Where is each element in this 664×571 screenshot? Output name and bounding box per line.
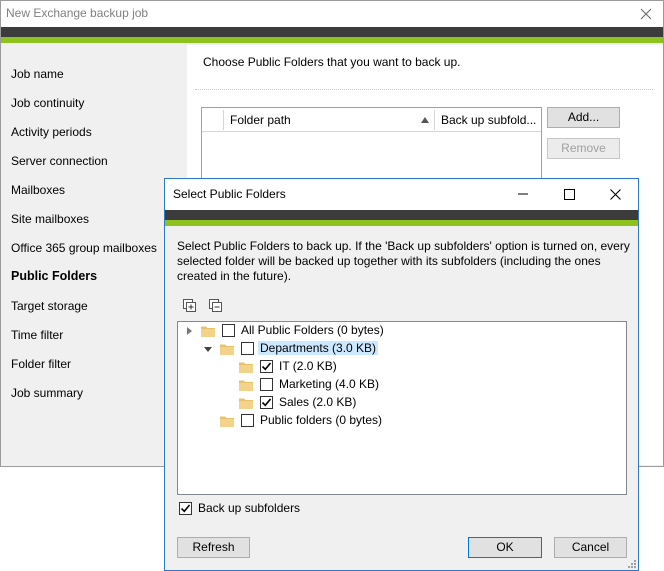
dialog-titlebar: Select Public Folders xyxy=(165,179,638,210)
maximize-icon xyxy=(563,188,575,200)
cancel-button[interactable]: Cancel xyxy=(554,537,627,558)
brand-band-green xyxy=(1,37,663,43)
main-close-button[interactable] xyxy=(633,3,659,25)
tree-item-label: Public folders (0 bytes) xyxy=(260,413,383,427)
tree-item-marketing[interactable]: Marketing (4.0 KB) xyxy=(178,376,624,394)
checkmark-icon xyxy=(261,398,272,407)
folder-tree[interactable]: All Public Folders (0 bytes) Departments… xyxy=(177,321,627,495)
tree-checkbox[interactable] xyxy=(241,414,254,427)
nav-item-job-name[interactable]: Job name xyxy=(11,67,64,81)
back-up-subfolders-label: Back up subfolders xyxy=(198,501,301,515)
tree-item-all-public-folders[interactable]: All Public Folders (0 bytes) xyxy=(178,322,624,340)
wizard-nav: Job name Job continuity Activity periods… xyxy=(1,45,186,465)
tree-checkbox[interactable] xyxy=(241,342,254,355)
checkmark-icon xyxy=(261,362,272,371)
resize-grip-icon[interactable] xyxy=(627,559,637,569)
collapse-all-icon xyxy=(209,299,222,312)
nav-item-office365-group-mailboxes[interactable]: Office 365 group mailboxes xyxy=(11,241,157,255)
tree-item-departments[interactable]: Departments (3.0 KB) xyxy=(178,340,624,358)
tree-item-it[interactable]: IT (2.0 KB) xyxy=(178,358,624,376)
ok-button[interactable]: OK xyxy=(468,537,542,558)
close-icon xyxy=(609,188,621,200)
expand-all-button[interactable] xyxy=(181,297,199,315)
remove-button[interactable]: Remove xyxy=(547,138,620,159)
nav-item-job-continuity[interactable]: Job continuity xyxy=(11,96,84,110)
back-up-subfolders-checkbox[interactable] xyxy=(179,502,192,515)
dialog-band-green xyxy=(165,220,638,226)
tree-item-sales[interactable]: Sales (2.0 KB) xyxy=(178,394,624,412)
main-window-title: New Exchange backup job xyxy=(6,6,149,20)
tree-item-label: IT (2.0 KB) xyxy=(279,359,337,373)
nav-item-folder-filter[interactable]: Folder filter xyxy=(11,357,71,371)
nav-item-mailboxes[interactable]: Mailboxes xyxy=(11,183,65,197)
refresh-button[interactable]: Refresh xyxy=(177,537,250,558)
expander-arrow-icon[interactable] xyxy=(187,327,192,335)
content-instruction: Choose Public Folders that you want to b… xyxy=(203,55,461,69)
dialog-instruction: Select Public Folders to back up. If the… xyxy=(177,239,630,283)
column-header-folder-path[interactable]: Folder path xyxy=(224,108,434,132)
minimize-button[interactable] xyxy=(509,183,537,205)
table-header: Folder path Back up subfold... xyxy=(202,108,541,132)
column-header-back-up-subfolders[interactable]: Back up subfold... xyxy=(435,108,539,132)
folder-icon xyxy=(220,344,234,355)
maximize-button[interactable] xyxy=(555,183,583,205)
collapse-all-button[interactable] xyxy=(207,297,225,315)
tree-item-public-folders[interactable]: Public folders (0 bytes) xyxy=(178,412,624,430)
tree-checkbox[interactable] xyxy=(260,396,273,409)
content-separator xyxy=(195,89,653,90)
folder-icon xyxy=(239,398,253,409)
folder-icon xyxy=(239,380,253,391)
tree-checkbox[interactable] xyxy=(260,360,273,373)
folder-icon xyxy=(201,326,215,337)
tree-checkbox[interactable] xyxy=(260,378,273,391)
nav-item-activity-periods[interactable]: Activity periods xyxy=(11,125,92,139)
expander-arrow-icon[interactable] xyxy=(204,347,212,352)
dialog-close-button[interactable] xyxy=(601,183,629,205)
nav-item-server-connection[interactable]: Server connection xyxy=(11,154,108,168)
close-icon xyxy=(640,8,652,20)
minimize-icon xyxy=(518,193,528,195)
nav-item-site-mailboxes[interactable]: Site mailboxes xyxy=(11,212,89,226)
dialog-band-dark xyxy=(165,210,638,220)
checkmark-icon xyxy=(180,504,191,513)
select-public-folders-dialog: Select Public Folders Select Public Fold… xyxy=(164,178,639,571)
folder-icon xyxy=(239,362,253,373)
folder-icon xyxy=(220,416,234,427)
dialog-title: Select Public Folders xyxy=(173,187,286,201)
tree-item-label: All Public Folders (0 bytes) xyxy=(241,323,384,337)
sort-ascending-icon xyxy=(421,117,429,123)
nav-item-job-summary[interactable]: Job summary xyxy=(11,386,83,400)
tree-checkbox[interactable] xyxy=(222,324,235,337)
nav-item-public-folders[interactable]: Public Folders xyxy=(11,269,97,283)
nav-item-time-filter[interactable]: Time filter xyxy=(11,328,63,342)
tree-item-label: Departments (3.0 KB) xyxy=(258,341,379,355)
add-button[interactable]: Add... xyxy=(547,107,620,128)
tree-item-label: Sales (2.0 KB) xyxy=(279,395,357,409)
tree-item-label: Marketing (4.0 KB) xyxy=(279,377,380,391)
brand-band-dark xyxy=(1,27,663,37)
nav-item-target-storage[interactable]: Target storage xyxy=(11,299,88,313)
main-titlebar: New Exchange backup job xyxy=(1,1,663,27)
expand-all-icon xyxy=(183,299,196,312)
